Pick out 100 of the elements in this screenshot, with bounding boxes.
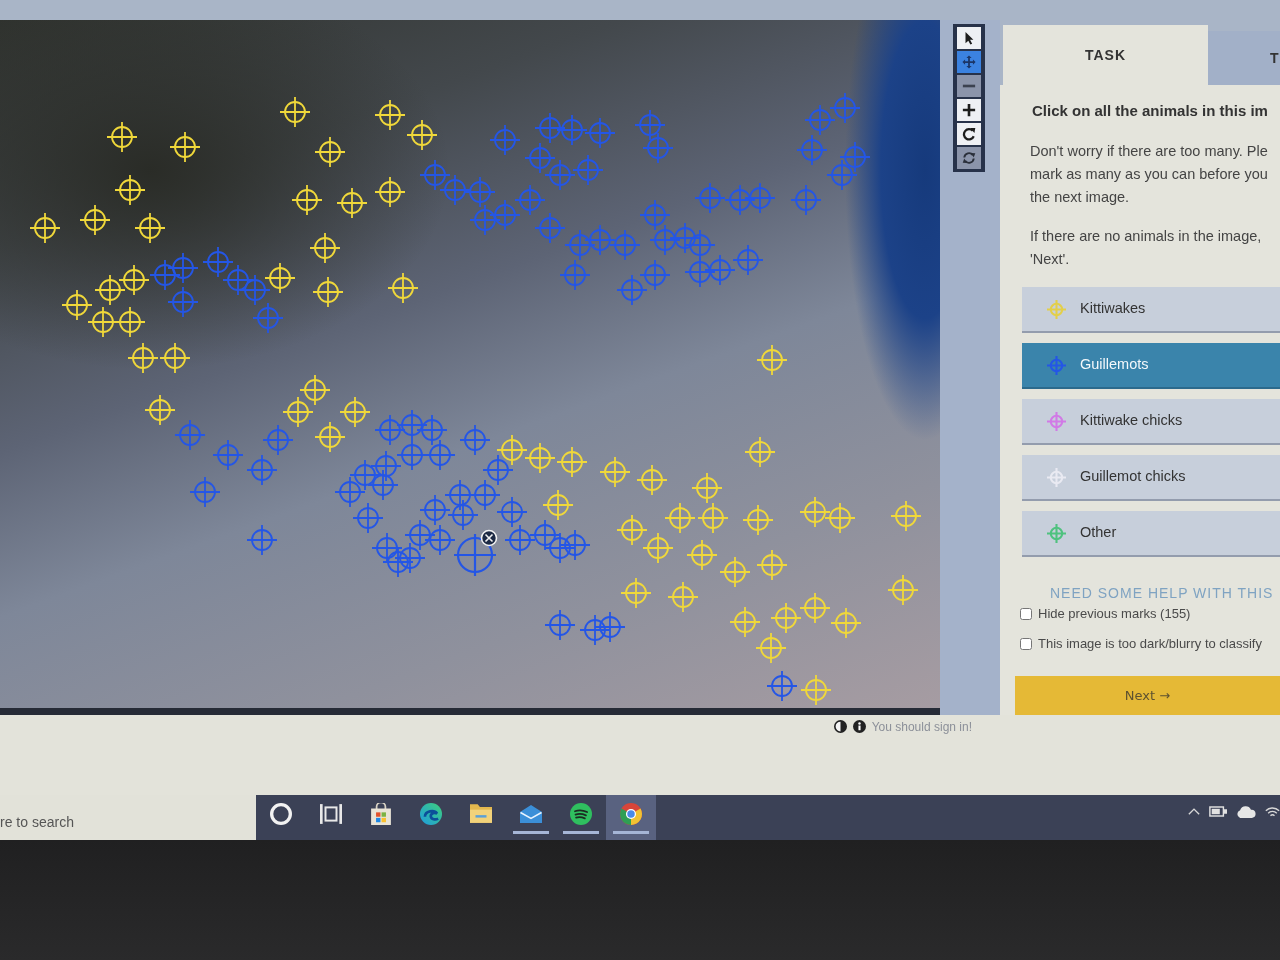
crosshair-marker-icon[interactable]	[252, 302, 284, 334]
crosshair-marker-icon[interactable]	[416, 414, 448, 446]
crosshair-marker-icon[interactable]	[202, 246, 234, 278]
crosshair-marker-icon[interactable]	[559, 529, 591, 561]
search-field[interactable]: re to search	[0, 795, 256, 840]
checkbox[interactable]	[1020, 608, 1032, 620]
crosshair-marker-icon[interactable]	[544, 609, 576, 641]
crosshair-marker-icon[interactable]	[370, 450, 402, 482]
crosshair-marker-icon[interactable]	[349, 459, 381, 491]
crosshair-marker-icon[interactable]	[174, 419, 206, 451]
checkbox[interactable]	[1020, 638, 1032, 650]
crosshair-marker-icon[interactable]	[669, 222, 701, 254]
panel-tab[interactable]: TASK	[1003, 25, 1208, 85]
crosshair-marker-icon[interactable]	[404, 519, 436, 551]
crosshair-marker-icon[interactable]	[469, 204, 501, 236]
crosshair-marker-icon[interactable]	[744, 182, 776, 214]
crosshair-marker-icon[interactable]	[704, 254, 736, 286]
crosshair-marker-icon[interactable]	[514, 184, 546, 216]
toolbar-button[interactable]	[957, 99, 981, 121]
crosshair-marker-icon[interactable]	[579, 614, 611, 646]
crosshair-marker-icon[interactable]	[447, 499, 479, 531]
crosshair-marker-icon[interactable]	[396, 439, 428, 471]
toolbar-button[interactable]	[957, 123, 981, 145]
crosshair-marker-icon[interactable]	[766, 670, 798, 702]
crosshair-marker-icon[interactable]	[367, 469, 399, 501]
crosshair-marker-icon[interactable]	[642, 132, 674, 164]
crosshair-marker-icon[interactable]	[559, 259, 591, 291]
crosshair-marker-icon[interactable]	[464, 176, 496, 208]
crosshair-marker-icon[interactable]	[504, 524, 536, 556]
crosshair-marker-icon[interactable]	[239, 274, 271, 306]
crosshair-marker-icon[interactable]	[572, 154, 604, 186]
crosshair-marker-icon[interactable]	[246, 524, 278, 556]
crosshair-marker-icon[interactable]	[189, 476, 221, 508]
marking-tool-button[interactable]: Guillemot chicks	[1022, 455, 1280, 501]
crosshair-marker-icon[interactable]	[639, 199, 671, 231]
crosshair-marker-icon[interactable]	[371, 532, 403, 564]
crosshair-marker-icon[interactable]	[609, 229, 641, 261]
crosshair-marker-icon[interactable]	[584, 117, 616, 149]
crosshair-marker-icon[interactable]	[594, 611, 626, 643]
crosshair-marker-icon[interactable]	[396, 409, 428, 441]
crosshair-marker-icon[interactable]	[829, 92, 861, 124]
crosshair-marker-icon[interactable]	[804, 104, 836, 136]
crosshair-marker-icon[interactable]	[469, 479, 501, 511]
crosshair-marker-icon[interactable]	[544, 159, 576, 191]
crosshair-marker-icon[interactable]	[649, 224, 681, 256]
crosshair-marker-icon[interactable]	[374, 414, 406, 446]
crosshair-marker-icon[interactable]	[382, 546, 414, 578]
crosshair-marker-icon[interactable]	[796, 134, 828, 166]
next-button[interactable]: Next →	[1015, 676, 1280, 715]
marking-tool-button[interactable]: Other	[1022, 511, 1280, 557]
crosshair-marker-icon[interactable]	[556, 114, 588, 146]
crosshair-marker-icon[interactable]	[790, 184, 822, 216]
crosshair-marker-icon[interactable]	[584, 224, 616, 256]
toolbar-button[interactable]	[957, 27, 981, 49]
marking-tool-button[interactable]: Guillemots	[1022, 343, 1280, 389]
marking-tool-button[interactable]: Kittiwakes	[1022, 287, 1280, 333]
crosshair-marker-icon[interactable]	[334, 476, 366, 508]
marking-tool-button[interactable]: Kittiwake chicks	[1022, 399, 1280, 445]
crosshair-marker-icon[interactable]	[262, 424, 294, 456]
crosshair-marker-icon[interactable]	[439, 174, 471, 206]
crosshair-marker-icon[interactable]	[639, 259, 671, 291]
crosshair-marker-icon[interactable]	[149, 259, 181, 291]
delete-mark-icon[interactable]	[480, 529, 498, 547]
crosshair-marker-icon[interactable]	[724, 184, 756, 216]
crosshair-marker-icon[interactable]	[544, 532, 576, 564]
crosshair-marker-icon[interactable]	[534, 212, 566, 244]
crosshair-marker-icon[interactable]	[246, 454, 278, 486]
circle-icon	[270, 802, 292, 825]
crosshair-marker-icon[interactable]	[167, 286, 199, 318]
crosshair-marker-icon[interactable]	[419, 159, 451, 191]
crosshair-marker-icon[interactable]	[524, 142, 556, 174]
crosshair-marker-icon[interactable]	[694, 182, 726, 214]
crosshair-marker-icon[interactable]	[732, 244, 764, 276]
crosshair-marker-icon[interactable]	[564, 229, 596, 261]
photo-placeholder[interactable]	[0, 20, 940, 715]
crosshair-marker-icon[interactable]	[482, 454, 514, 486]
crosshair-marker-icon[interactable]	[496, 496, 528, 528]
crosshair-marker-icon[interactable]	[489, 199, 521, 231]
crosshair-marker-icon[interactable]	[616, 274, 648, 306]
crosshair-marker-icon[interactable]	[222, 264, 254, 296]
crosshair-marker-icon[interactable]	[424, 439, 456, 471]
crosshair-marker-icon[interactable]	[529, 519, 561, 551]
plus-icon	[962, 103, 976, 117]
crosshair-marker-icon[interactable]	[212, 439, 244, 471]
crosshair-marker-icon[interactable]	[826, 159, 858, 191]
crosshair-marker-icon[interactable]	[839, 141, 871, 173]
crosshair-marker-icon[interactable]	[419, 494, 451, 526]
crosshair-marker-icon[interactable]	[634, 109, 666, 141]
panel-tab[interactable]: T	[1208, 31, 1280, 85]
crosshair-marker-icon[interactable]	[424, 524, 456, 556]
waves-circle-icon	[570, 802, 592, 825]
crosshair-marker-icon[interactable]	[167, 252, 199, 284]
crosshair-marker-icon[interactable]	[459, 424, 491, 456]
crosshair-marker-icon[interactable]	[352, 502, 384, 534]
crosshair-marker-icon[interactable]	[452, 532, 498, 578]
crosshair-marker-icon[interactable]	[489, 124, 521, 156]
crosshair-marker-icon[interactable]	[394, 542, 426, 574]
crosshair-marker-icon[interactable]	[534, 112, 566, 144]
browser-logo-icon	[620, 802, 642, 825]
crosshair-marker-icon[interactable]	[684, 256, 716, 288]
